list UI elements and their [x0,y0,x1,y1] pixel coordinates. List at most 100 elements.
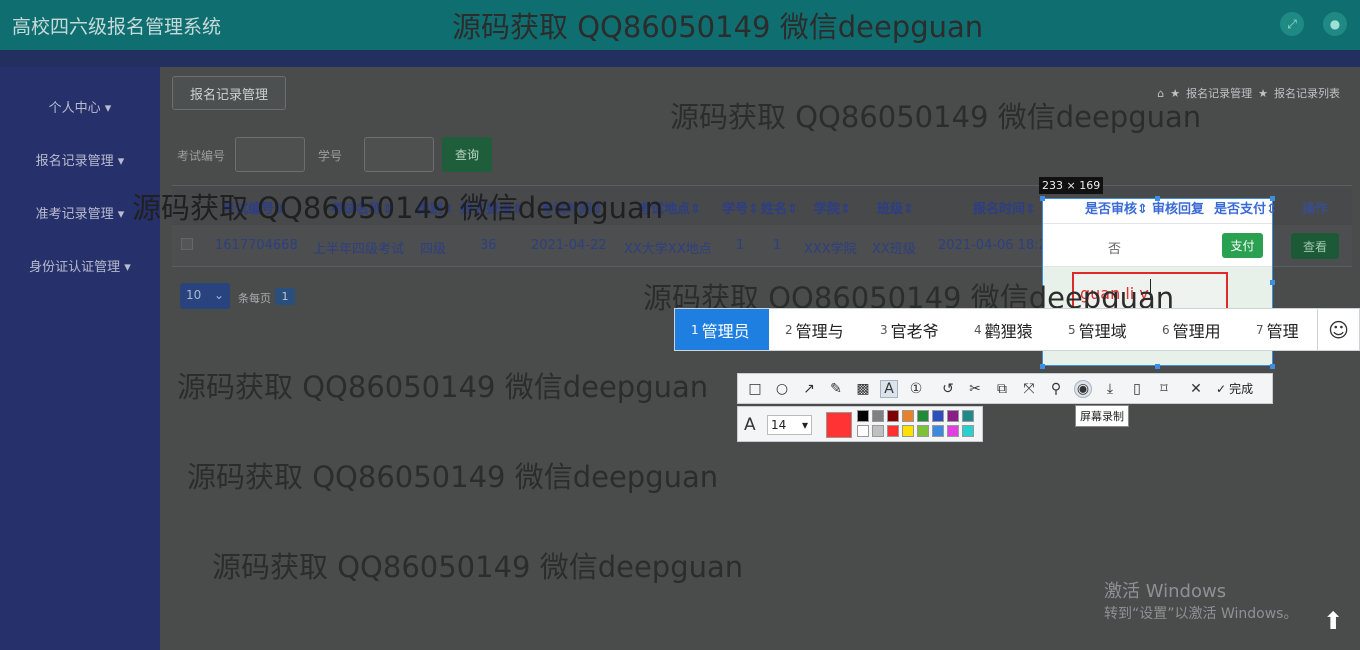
header-stripe [0,50,1360,67]
mosaic-icon[interactable]: ▩ [854,380,872,398]
fullscreen-icon[interactable]: ⤢ [1280,12,1304,36]
long-capture-icon[interactable]: ✂ [966,380,984,398]
color-swatch[interactable] [872,410,884,422]
ime-candidate[interactable]: 4 鹳狸猿 [974,309,1033,350]
scroll-top-icon[interactable]: ⬆ [1320,607,1346,635]
column-header[interactable]: 报名时间⇕ [973,198,1036,217]
page-size-select[interactable]: 10 ⌄ [180,283,230,309]
color-swatch[interactable] [947,410,959,422]
column-header[interactable]: 是否支付⇕ [1214,198,1277,217]
column-header[interactable]: 姓名⇕ [761,198,798,217]
emoji-icon[interactable]: ☺ [1317,309,1359,350]
tab-signup-records[interactable]: 报名记录管理 [172,76,286,110]
color-swatch[interactable] [887,410,899,422]
user-icon[interactable]: ● [1323,12,1347,36]
color-swatch[interactable] [932,425,944,437]
row-checkbox[interactable] [181,238,193,250]
sidebar-item-id-verification[interactable]: 身份证认证管理 ▾ [0,256,160,275]
close-icon[interactable]: ✕ [1187,380,1205,398]
color-swatch[interactable] [902,425,914,437]
column-header[interactable]: 学院⇕ [814,198,851,217]
exam-no-input[interactable] [235,137,305,172]
pay-button[interactable]: 支付 [1222,233,1263,258]
ime-candidate-text: 管理与 [795,321,844,341]
column-header[interactable]: 班级⇕ [877,198,914,217]
current-color-swatch[interactable] [826,412,852,438]
pin-icon[interactable]: ⚲ [1047,380,1065,398]
chevron-down-icon: ▾ [801,418,808,432]
pencil-icon[interactable]: ✎ [827,380,845,398]
watermark-text: 源码获取 QQ86050149 微信deepguan [452,10,984,44]
download-icon[interactable]: ⤓ [1101,380,1119,398]
done-button[interactable]: ✓ 完成 [1216,380,1253,397]
windows-activate-title: 激活 Windows [1104,581,1227,602]
color-swatch[interactable] [902,410,914,422]
number-icon[interactable]: ① [907,380,925,398]
sidebar-item-label: 个人中心 [48,101,101,116]
resize-handle[interactable] [1270,280,1275,285]
column-header[interactable]: 学号⇕ [722,198,759,217]
color-swatch[interactable] [917,425,929,437]
rectangle-icon[interactable]: □ [746,380,764,398]
ime-candidate[interactable]: 6 管理用 [1162,309,1221,350]
query-button[interactable]: 查询 [442,137,492,172]
font-size-select[interactable]: 14 ▾ [767,415,812,435]
exam-no-label: 考试编号 [177,149,226,163]
ocr-icon[interactable]: ⧉ [993,380,1011,398]
capture-toolbar: □ ○ ↗ ✎ ▩ A ① ↺ ✂ ⧉ ⤧ ⚲ ◉ ⤓ ▯ ⌑ ✕ ✓ 完成 [737,373,1273,404]
sidebar-item-label: 报名记录管理 [35,154,114,169]
color-swatch[interactable] [932,410,944,422]
resize-handle[interactable] [1270,196,1275,201]
per-page-label: 条每页 [238,292,271,305]
ime-candidate-number: 1 [691,322,699,337]
ellipse-icon[interactable]: ○ [773,380,791,398]
ime-candidate[interactable]: 2 管理与 [785,309,844,350]
ime-candidate[interactable]: 5 管理域 [1068,309,1127,350]
student-no-input[interactable] [364,137,434,172]
ime-candidate-number: 6 [1162,322,1170,337]
page-size-value: 10 [186,288,202,302]
resize-handle[interactable] [1155,196,1160,201]
text-icon[interactable]: A [880,380,898,398]
color-swatch[interactable] [857,410,869,422]
sidebar-item-profile[interactable]: 个人中心 ▾ [0,97,160,116]
ime-candidate[interactable]: 3 官老爷 [880,309,939,350]
arrow-icon[interactable]: ↗ [800,380,818,398]
tooltip: 屏幕录制 [1075,405,1129,427]
ime-candidate-text: 管理域 [1078,321,1127,341]
screen-record-icon[interactable]: ◉ [1074,380,1092,398]
column-header-actions: 操作 [1302,202,1329,217]
sidebar-item-signup-records[interactable]: 报名记录管理 ▾ [0,150,160,169]
view-button[interactable]: 查看 [1291,233,1339,259]
ime-candidate[interactable]: 7 管理 [1256,309,1299,350]
selection-size-label: 233 × 169 [1039,177,1104,194]
app-title: 高校四六级报名管理系统 [12,16,222,38]
ime-candidate-number: 3 [880,322,888,337]
bookmark-icon[interactable]: ⌑ [1155,380,1173,398]
column-header[interactable]: 是否审核⇕ [1085,198,1148,217]
color-swatch[interactable] [962,425,974,437]
undo-icon[interactable]: ↺ [939,380,957,398]
font-icon: A [744,415,756,435]
ime-candidate-bar: 1 管理员 2 管理与 3 官老爷 4 鹳狸猿 5 管理域 6 管理用 7 管理 ☺ [674,308,1360,351]
color-swatch[interactable] [962,410,974,422]
ime-candidate[interactable]: 1 管理员 [675,309,769,350]
resize-handle[interactable] [1155,364,1160,369]
breadcrumb-item[interactable]: 报名记录列表 [1274,85,1340,101]
column-header-label: 班级 [877,202,904,217]
color-swatch[interactable] [872,425,884,437]
ime-candidate-text: 鹳狸猿 [984,321,1033,341]
color-swatch[interactable] [887,425,899,437]
resize-handle[interactable] [1040,196,1045,201]
color-swatch[interactable] [857,425,869,437]
color-swatch[interactable] [917,410,929,422]
expand-icon[interactable]: ⤧ [1020,380,1038,398]
page-number[interactable]: 1 [275,288,295,305]
resize-handle[interactable] [1040,364,1045,369]
ime-candidate-number: 4 [974,322,982,337]
color-swatch[interactable] [947,425,959,437]
resize-handle[interactable] [1270,364,1275,369]
column-header-label: 是否支付 [1214,202,1267,217]
phone-icon[interactable]: ▯ [1128,380,1146,398]
ime-candidate-text: 管理用 [1172,321,1221,341]
